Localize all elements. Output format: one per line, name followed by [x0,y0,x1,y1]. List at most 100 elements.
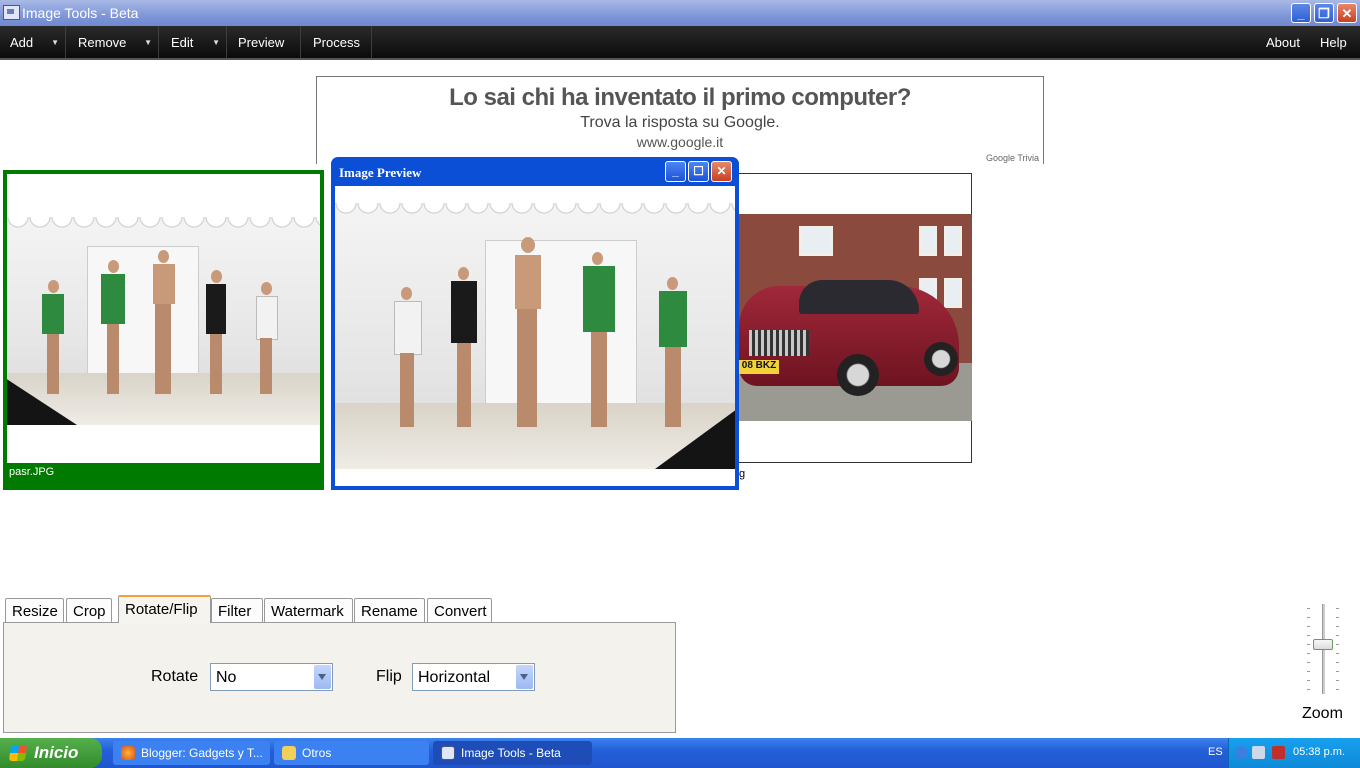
model-figure [655,277,691,437]
clock: 05:38 p.m. [1293,746,1345,758]
thumbnail-caption: g [739,468,746,480]
menu-remove[interactable]: Remove ▼ [66,26,159,58]
model-legs [517,309,537,428]
zoom-label: Zoom [1302,705,1343,722]
rotate-label: Rotate [151,668,199,685]
chevron-down-icon[interactable] [314,665,331,689]
zoom-tick [1307,689,1310,690]
preview-minimize-button[interactable]: _ [665,161,686,182]
ad-banner[interactable]: Lo sai chi ha inventato il primo compute… [316,76,1044,164]
zoom-tick [1307,662,1310,663]
close-button[interactable]: ✕ [1337,3,1357,23]
zoom-tick [1307,671,1310,672]
car-wheel [924,342,958,376]
model-torso [515,255,541,310]
zoom-tick [1307,608,1310,609]
model-torso [42,294,64,335]
zoom-tick [1336,626,1339,627]
tab-resize[interactable]: Resize [5,598,64,623]
menu-process[interactable]: Process [301,26,372,58]
image-preview-window[interactable]: Image Preview _ ☐ ✕ [331,157,739,490]
app-icon [441,746,455,760]
model-torso [101,274,125,325]
tab-rotate-flip[interactable]: Rotate/Flip [118,595,211,623]
task-blogger[interactable]: Blogger: Gadgets y T... [113,741,270,765]
rotate-flip-panel: Rotate No Flip Horizontal [3,622,676,733]
model-legs [591,332,607,428]
window-title-bar[interactable]: Image Tools - Beta _ ❐ ✕ [0,0,1360,26]
photo-valance [7,217,320,231]
tab-filter[interactable]: Filter [211,598,263,623]
model-legs [400,353,414,428]
tab-convert[interactable]: Convert [427,598,492,623]
car-wheel [837,354,879,396]
zoom-tick [1336,671,1339,672]
preview-maximize-button[interactable]: ☐ [688,161,709,182]
model-head [667,277,678,291]
model-torso [206,284,226,335]
ad-url: www.google.it [636,134,724,150]
task-label: Image Tools - Beta [461,746,561,760]
menu-preview[interactable]: Preview [227,26,301,58]
ad-line2: Trova la risposta su Google. [580,114,780,131]
menu-add[interactable]: Add ▼ [0,26,66,58]
zoom-tick [1307,617,1310,618]
thumbnail-selected[interactable]: pasr.JPG [3,170,324,490]
model-figure [447,267,481,437]
model-figure [390,287,424,437]
firefox-icon [121,746,135,760]
zoom-tick [1336,617,1339,618]
flip-select[interactable]: Horizontal [412,663,535,691]
preview-canvas [335,186,735,486]
tab-crop[interactable]: Crop [66,598,112,623]
zoom-slider-thumb[interactable] [1313,639,1333,650]
photo-valance [335,203,735,217]
model-figure [147,250,181,400]
zoom-slider[interactable] [1302,604,1344,694]
app-icon [3,5,20,20]
car-windshield [799,280,919,314]
zoom-tick [1336,644,1339,645]
model-head [48,280,59,294]
start-button[interactable]: Inicio [0,738,102,768]
rotate-select-value: No [216,669,237,686]
flip-select-value: Horizontal [418,669,491,686]
model-head [211,270,222,284]
model-legs [155,304,171,395]
menu-help[interactable]: Help [1310,26,1358,58]
zoom-tick [1307,680,1310,681]
task-image-tools[interactable]: Image Tools - Beta [433,741,592,765]
photo-window [944,226,962,256]
menu-about[interactable]: About [1256,26,1308,58]
zoom-tick [1336,680,1339,681]
network-icon[interactable] [1252,746,1265,759]
model-head [108,260,119,274]
model-figure [507,237,549,437]
restore-button[interactable]: ❐ [1314,3,1334,23]
thumbnail-frame [7,174,320,463]
language-indicator[interactable]: ES [1208,746,1223,758]
tab-watermark[interactable]: Watermark [264,598,353,623]
antivirus-icon[interactable] [1272,746,1285,759]
model-legs [260,338,272,395]
menu-edit[interactable]: Edit ▼ [159,26,227,58]
runway-photo-flipped [335,203,735,469]
model-head [458,267,469,281]
tab-rename[interactable]: Rename [354,598,425,623]
chevron-down-icon[interactable] [516,665,533,689]
model-head [261,282,272,296]
preview-close-button[interactable]: ✕ [711,161,732,182]
minimize-button[interactable]: _ [1291,3,1311,23]
zoom-tick [1307,644,1310,645]
flip-label: Flip [376,668,402,685]
rotate-select[interactable]: No [210,663,333,691]
car-photo: 08 BKZ [739,214,972,421]
thumbnail[interactable]: 08 BKZ g [728,173,972,480]
show-hidden-icons-icon[interactable] [1235,746,1248,759]
task-otros[interactable]: Otros [274,741,429,765]
photo-window [799,226,833,256]
model-torso [451,281,477,344]
chevron-down-icon: ▼ [51,38,59,47]
photo-window [944,278,962,308]
zoom-tick [1336,635,1339,636]
